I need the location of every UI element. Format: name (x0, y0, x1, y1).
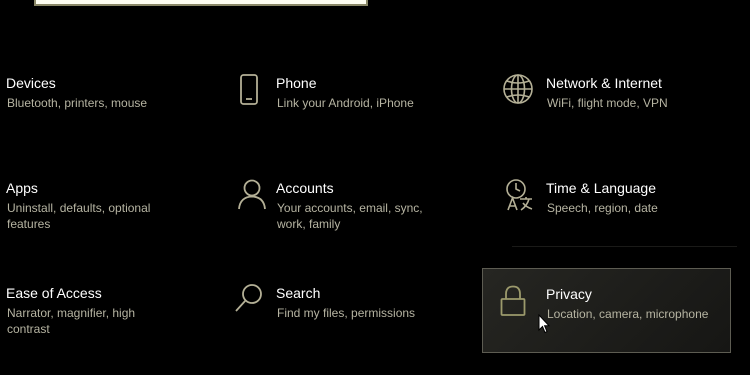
tile-apps[interactable]: Apps Uninstall, defaults, optional featur… (0, 178, 215, 238)
tile-title: Time & Language (546, 180, 656, 196)
tile-title: Privacy (546, 286, 592, 302)
tile-accounts[interactable]: Accounts Your accounts, email, sync, work… (220, 178, 480, 238)
tile-description: WiFi, flight mode, VPN (547, 96, 668, 110)
tile-title: Ease of Access (6, 285, 102, 301)
globe-icon (500, 73, 536, 109)
tile-ease-of-access[interactable]: Ease of Access Narrator, magnifier, high… (0, 283, 215, 343)
tile-search[interactable]: Search Find my files, permissions (220, 283, 480, 343)
tile-title: Apps (6, 180, 38, 196)
person-icon (230, 178, 266, 214)
tile-title: Network & Internet (546, 75, 662, 91)
tile-description: Link your Android, iPhone (277, 96, 414, 110)
search-icon (230, 283, 266, 319)
clock-language-icon (500, 178, 536, 214)
lock-icon (495, 283, 531, 319)
tile-description: Narrator, magnifier, high contrast (7, 306, 136, 336)
tile-title: Search (276, 285, 321, 301)
divider (512, 246, 737, 247)
settings-home: Devices Bluetooth, printers, mouse Phone… (0, 0, 750, 375)
search-settings-box[interactable] (34, 0, 368, 6)
tile-description: Find my files, permissions (277, 306, 416, 320)
phone-icon (230, 73, 266, 109)
tile-description: Uninstall, defaults, optional features (7, 201, 151, 231)
tile-title: Devices (6, 75, 56, 91)
tile-title: Phone (276, 75, 317, 91)
tile-privacy[interactable]: Privacy Location, camera, microphone (482, 268, 731, 353)
tile-phone[interactable]: Phone Link your Android, iPhone (220, 73, 480, 133)
mouse-cursor-icon (538, 313, 551, 334)
tile-description: Speech, region, date (547, 201, 658, 215)
tile-description: Location, camera, microphone (547, 307, 709, 321)
tile-description: Bluetooth, printers, mouse (7, 96, 148, 110)
tile-description: Your accounts, email, sync, work, family (277, 201, 423, 231)
tile-time-language[interactable]: Time & Language Speech, region, date (490, 178, 740, 238)
tile-devices[interactable]: Devices Bluetooth, printers, mouse (0, 73, 215, 133)
tile-title: Accounts (276, 180, 334, 196)
tile-network-internet[interactable]: Network & Internet WiFi, flight mode, VP… (490, 73, 740, 133)
